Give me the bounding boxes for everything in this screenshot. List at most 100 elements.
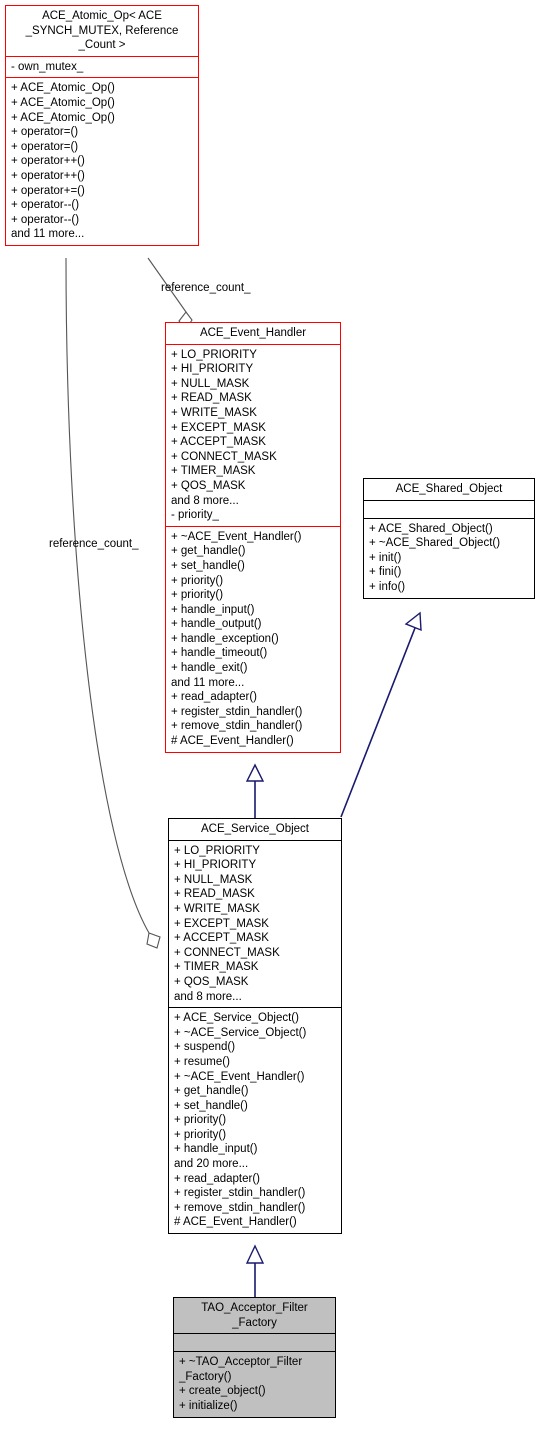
class-operations-ace-shared-object: + ACE_Shared_Object() + ~ACE_Shared_Objec…: [364, 519, 534, 598]
class-member-row: + ACCEPT_MASK: [171, 436, 266, 449]
class-member-row: and 8 more...: [171, 494, 239, 507]
class-member-row: + remove_stdin_handler(): [171, 720, 303, 733]
class-member-row: + get_handle(): [174, 1085, 249, 1098]
class-member-row: and 11 more...: [11, 228, 85, 241]
class-member-row: + register_stdin_handler(): [171, 705, 303, 718]
class-member-row: + create_object(): [179, 1385, 266, 1398]
class-attributes-ace-service-object: + LO_PRIORITY + HI_PRIORITY + NULL_MASK + R…: [169, 841, 341, 1008]
aggregation-edge-atomicop-serviceobject: [65, 257, 161, 949]
class-member-row: + set_handle(): [174, 1099, 248, 1112]
class-title-ace-event-handler: ACE_Event_Handler: [199, 327, 307, 339]
class-member-row: + handle_exception(): [171, 632, 279, 645]
class-attributes-ace-event-handler: + LO_PRIORITY + HI_PRIORITY + NULL_MASK + R…: [166, 345, 340, 526]
class-member-row: + ACE_Shared_Object(): [369, 522, 493, 535]
class-member-row: # ACE_Event_Handler(): [171, 735, 294, 748]
class-member-row: + ~ACE_Event_Handler(): [171, 530, 302, 543]
class-member-row: + ACE_Atomic_Op(): [11, 82, 115, 95]
edge-label-reference-count-top: reference_count_: [161, 282, 251, 294]
class-member-row: + CONNECT_MASK: [174, 946, 280, 959]
class-member-row: + remove_stdin_handler(): [174, 1201, 306, 1214]
class-title-ace-atomic-op: ACE_Atomic_Op< ACE _SYNCH_MUTEX, Referen…: [25, 10, 179, 52]
class-member-row: + info(): [369, 580, 406, 593]
class-member-row: + NULL_MASK: [171, 377, 250, 390]
class-title-tao-acceptor-filter-factory: TAO_Acceptor_Filter _Factory: [201, 1302, 308, 1329]
uml-class-diagram: ACE_Atomic_Op< ACE _SYNCH_MUTEX, Referen…: [0, 0, 540, 1440]
class-member-row: + ACE_Atomic_Op(): [11, 111, 115, 124]
class-member-row: + init(): [369, 551, 402, 564]
class-member-row: - priority_: [171, 509, 219, 522]
class-member-row: + EXCEPT_MASK: [171, 421, 266, 434]
class-operations-tao-acceptor-filter-factory: + ~TAO_Acceptor_Filter _Factory() + creat…: [174, 1352, 335, 1416]
class-member-row: + fini(): [369, 566, 402, 579]
class-box-tao-acceptor-filter-factory[interactable]: TAO_Acceptor_Filter _Factory + ~TAO_Acce…: [173, 1297, 336, 1418]
class-member-row: # ACE_Event_Handler(): [174, 1216, 297, 1229]
class-member-row: + handle_output(): [171, 618, 262, 631]
class-member-row: and 8 more...: [174, 990, 242, 1003]
class-member-row: + suspend(): [174, 1041, 236, 1054]
class-member-row: + HI_PRIORITY: [174, 859, 257, 872]
class-member-row: + resume(): [174, 1055, 230, 1068]
class-member-row: + QOS_MASK: [174, 975, 249, 988]
class-member-row: + operator+=(): [11, 184, 85, 197]
class-member-row: + NULL_MASK: [174, 873, 253, 886]
class-member-row: + operator--(): [11, 213, 80, 226]
class-member-row: + TIMER_MASK: [174, 961, 259, 974]
class-member-row: + read_adapter(): [171, 691, 257, 704]
class-member-row: + WRITE_MASK: [174, 902, 260, 915]
class-member-row: + operator--(): [11, 199, 80, 212]
class-operations-ace-event-handler: + ~ACE_Event_Handler() + get_handle() + se…: [166, 527, 340, 752]
class-member-row: + operator++(): [11, 155, 85, 168]
inheritance-edge-serviceobject-eventhandler: [245, 763, 265, 818]
class-title-ace-service-object: ACE_Service_Object: [200, 823, 310, 835]
class-attributes-ace-atomic-op: - own_mutex_: [6, 57, 198, 78]
class-attributes-tao-acceptor-filter-factory: [174, 1334, 335, 1351]
class-member-row: - own_mutex_: [11, 60, 84, 73]
class-member-row: + HI_PRIORITY: [171, 363, 254, 376]
class-operations-ace-atomic-op: + ACE_Atomic_Op() + ACE_Atomic_Op() + ACE_…: [6, 78, 198, 245]
class-member-row: + READ_MASK: [174, 888, 255, 901]
class-member-row: + ~ACE_Service_Object(): [174, 1026, 307, 1039]
class-member-row: + handle_input(): [171, 603, 255, 616]
class-member-row: and 11 more...: [171, 676, 245, 689]
class-member-row: + CONNECT_MASK: [171, 450, 277, 463]
class-member-row: + TIMER_MASK: [171, 465, 256, 478]
class-member-row: + handle_timeout(): [171, 647, 268, 660]
class-member-row: + handle_exit(): [171, 662, 248, 675]
class-member-row: + ACE_Atomic_Op(): [11, 96, 115, 109]
class-member-row: + register_stdin_handler(): [174, 1187, 306, 1200]
class-member-row: + set_handle(): [171, 559, 245, 572]
class-member-row: + operator=(): [11, 140, 79, 153]
class-box-ace-shared-object[interactable]: ACE_Shared_Object + ACE_Shared_Object() +…: [363, 478, 535, 599]
class-member-row: + ~ACE_Shared_Object(): [369, 537, 501, 550]
class-box-ace-service-object[interactable]: ACE_Service_Object + LO_PRIORITY + HI_PRI…: [168, 818, 342, 1235]
class-member-row: + priority(): [174, 1128, 227, 1141]
edge-label-reference-count-bottom: reference_count_: [49, 538, 139, 550]
class-operations-ace-service-object: + ACE_Service_Object() + ~ACE_Service_Obj…: [169, 1008, 341, 1233]
class-member-row: + QOS_MASK: [171, 479, 246, 492]
class-box-ace-atomic-op[interactable]: ACE_Atomic_Op< ACE _SYNCH_MUTEX, Referen…: [5, 5, 199, 246]
class-member-row: + EXCEPT_MASK: [174, 917, 269, 930]
class-member-row: + ACE_Service_Object(): [174, 1012, 299, 1025]
class-member-row: + operator=(): [11, 126, 79, 139]
class-member-row: and 20 more...: [174, 1158, 249, 1171]
class-member-row: + LO_PRIORITY: [174, 844, 260, 857]
class-member-row: + ~ACE_Event_Handler(): [174, 1070, 305, 1083]
class-member-row: + priority(): [174, 1114, 227, 1127]
class-attributes-ace-shared-object: [364, 501, 534, 518]
class-title-ace-shared-object: ACE_Shared_Object: [395, 483, 503, 495]
class-member-row: + priority(): [171, 574, 224, 587]
class-member-row: + initialize(): [179, 1399, 238, 1412]
class-member-row: + LO_PRIORITY: [171, 348, 257, 361]
class-member-row: + get_handle(): [171, 545, 246, 558]
inheritance-edge-factory-serviceobject: [245, 1244, 265, 1297]
class-member-row: + operator++(): [11, 169, 85, 182]
class-member-row: + handle_input(): [174, 1143, 258, 1156]
class-member-row: + read_adapter(): [174, 1172, 260, 1185]
class-member-row: + WRITE_MASK: [171, 406, 257, 419]
class-member-row: + ~TAO_Acceptor_Filter _Factory(): [179, 1356, 303, 1383]
class-member-row: + priority(): [171, 589, 224, 602]
inheritance-edge-serviceobject-sharedobject: [340, 611, 422, 818]
class-member-row: + READ_MASK: [171, 392, 252, 405]
class-box-ace-event-handler[interactable]: ACE_Event_Handler + LO_PRIORITY + HI_PRIO…: [165, 322, 341, 753]
class-member-row: + ACCEPT_MASK: [174, 932, 269, 945]
